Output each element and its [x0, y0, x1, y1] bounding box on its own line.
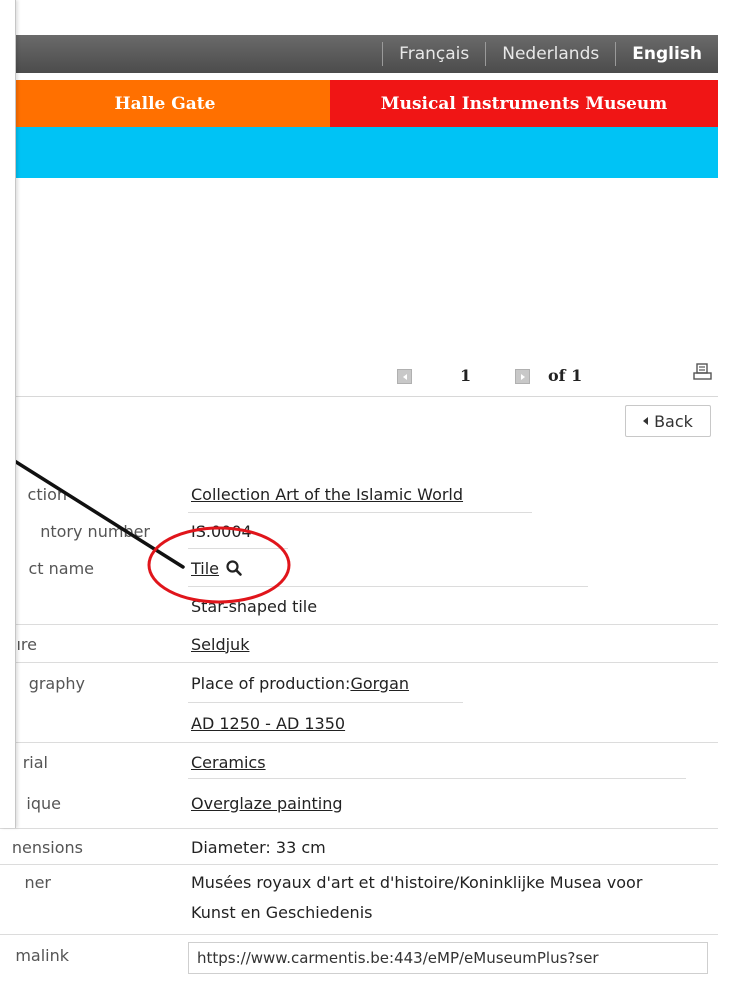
dating-link[interactable]: AD 1250 - AD 1350	[191, 714, 345, 733]
dimensions-value: Diameter: 33 cm	[191, 837, 326, 857]
row-divider	[188, 702, 463, 703]
object-name-link[interactable]: Tile	[191, 559, 219, 578]
detail-row-owner: ner Musées royaux d'art et d'histoire/Ko…	[0, 866, 718, 934]
back-button-label: Back	[654, 411, 693, 431]
row-divider	[188, 548, 288, 549]
language-bar: Français Nederlands English	[0, 35, 718, 73]
museum-tab-halle-gate[interactable]: Halle Gate	[0, 80, 330, 127]
detail-row-dating: AD 1250 - AD 1350	[0, 704, 718, 742]
collection-link[interactable]: Collection Art of the Islamic World	[191, 485, 463, 504]
geography-prefix: Place of production:	[191, 673, 351, 693]
detail-row-culture: ıre Seldjuk	[0, 626, 718, 662]
detail-row-dimensions: nensions Diameter: 33 cm	[0, 830, 718, 864]
search-icon[interactable]	[225, 559, 243, 577]
detail-label: malink	[15, 945, 69, 965]
row-divider	[0, 662, 718, 663]
print-icon[interactable]	[692, 362, 714, 384]
detail-row-material: rial Ceramics	[0, 744, 718, 780]
row-divider	[188, 512, 532, 513]
detail-row-title: Star-shaped tile	[0, 588, 718, 624]
row-divider	[0, 828, 718, 829]
detail-row-permalink: malink https://www.carmentis.be:443/eMP/…	[0, 937, 718, 981]
detail-label: graphy	[28, 673, 85, 693]
detail-label: ique	[26, 793, 61, 813]
permalink-field[interactable]: https://www.carmentis.be:443/eMP/eMuseum…	[188, 942, 708, 974]
culture-link[interactable]: Seldjuk	[191, 635, 249, 654]
accent-bar	[0, 127, 718, 178]
detail-row-object-name: ct name Tile	[0, 550, 718, 586]
row-divider	[0, 934, 718, 935]
detail-row-inventory-number: ntory number IS.0004	[0, 514, 718, 548]
title-value: Star-shaped tile	[191, 596, 318, 616]
result-pager: 1 of 1	[0, 358, 718, 397]
language-french[interactable]: Français	[382, 42, 485, 66]
detail-label: ct name	[28, 558, 94, 578]
detail-label: ner	[24, 873, 51, 892]
detail-row-collection: ction Collection Art of the Islamic Worl…	[0, 476, 718, 512]
detail-label: ction	[27, 484, 67, 504]
detail-label: ntory number	[40, 521, 150, 541]
page-count: of 1	[548, 366, 583, 385]
technique-link[interactable]: Overglaze painting	[191, 794, 343, 813]
current-page-number: 1	[460, 366, 472, 385]
row-divider	[0, 624, 718, 625]
language-dutch[interactable]: Nederlands	[485, 42, 615, 66]
row-divider	[188, 778, 686, 779]
owner-value: Musées royaux d'art et d'histoire/Konink…	[191, 873, 643, 922]
left-side-panel	[0, 0, 16, 828]
back-arrow-icon	[643, 417, 649, 425]
detail-label: rial	[22, 752, 48, 772]
detail-row-technique: ique Overglaze painting	[0, 784, 718, 822]
next-page-button[interactable]	[515, 369, 530, 384]
museum-tab-musical-instruments[interactable]: Musical Instruments Museum	[330, 80, 718, 127]
inventory-number-value: IS.0004	[191, 521, 252, 541]
back-button[interactable]: Back	[625, 405, 711, 437]
previous-page-button[interactable]	[397, 369, 412, 384]
row-divider	[0, 864, 718, 865]
detail-row-geography: graphy Place of production: Gorgan	[0, 664, 718, 702]
detail-label: ıre	[16, 634, 37, 654]
museum-nav: Halle Gate Musical Instruments Museum	[0, 80, 718, 127]
row-divider	[188, 586, 588, 587]
material-link[interactable]: Ceramics	[191, 753, 266, 772]
row-divider	[0, 742, 718, 743]
language-english[interactable]: English	[615, 42, 718, 66]
detail-label: nensions	[11, 837, 83, 857]
place-link[interactable]: Gorgan	[350, 674, 409, 693]
